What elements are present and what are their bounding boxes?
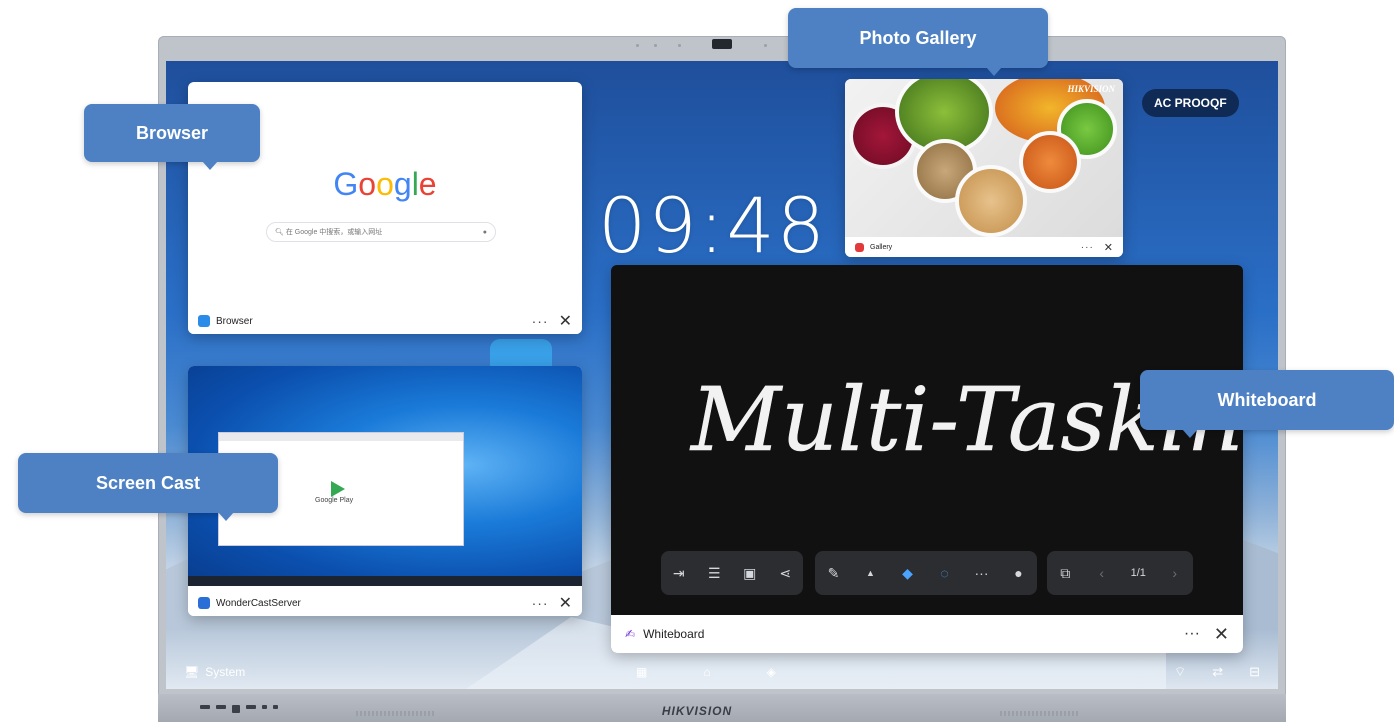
more-options-button[interactable]: ··· bbox=[1184, 625, 1200, 643]
page-indicator: 1/1 bbox=[1130, 567, 1146, 579]
transfer-icon[interactable]: ⇄ bbox=[1212, 664, 1223, 680]
wondercast-app-icon bbox=[198, 597, 210, 609]
system-icon: 🖥︎ bbox=[184, 665, 200, 679]
search-placeholder: 在 Google 中搜索，或输入网址 bbox=[285, 229, 383, 236]
window-title: WonderCastServer bbox=[216, 597, 301, 609]
callout-browser: Browser bbox=[84, 104, 260, 170]
home-icon[interactable]: ⌂ bbox=[703, 665, 710, 679]
save-icon[interactable]: ▣ bbox=[739, 565, 761, 582]
callout-whiteboard: Whiteboard bbox=[1140, 370, 1394, 438]
browser-app-icon bbox=[198, 315, 210, 327]
wifi-icon[interactable]: ⌔ bbox=[1174, 664, 1186, 680]
page-toolbar: ⧉ ‹ 1/1 › bbox=[1047, 551, 1193, 595]
sensor-dot bbox=[678, 44, 681, 47]
menu-icon[interactable]: ☰ bbox=[703, 565, 725, 582]
system-taskbar: 🖥︎ System ▦ ⌂ ◈ ⌔ ⇄ ⊟ bbox=[166, 655, 1278, 689]
window-title: Gallery bbox=[870, 243, 893, 251]
pen-icon[interactable]: ✎ bbox=[823, 565, 845, 582]
share-icon[interactable]: ⋖ bbox=[774, 565, 796, 582]
window-title: Whiteboard bbox=[643, 627, 705, 641]
device-id-badge: AC PROOQF bbox=[1142, 89, 1239, 117]
camera-icon bbox=[712, 39, 732, 49]
taskbar-right: ⌔ ⇄ ⊟ bbox=[1174, 664, 1260, 680]
whiteboard-app-icon: ✍︎ bbox=[625, 627, 636, 641]
window-title: Browser bbox=[216, 315, 253, 327]
gallery-photo: HIKVISION bbox=[845, 79, 1123, 237]
file-toolbar: ⇥ ☰ ▣ ⋖ bbox=[661, 551, 803, 595]
system-button[interactable]: 🖥︎ System bbox=[184, 665, 245, 679]
whiteboard-window[interactable]: Multi-Tasking ⇥ ☰ ▣ ⋖ ✎ ▲ ◆ ◌ ··· ● ⧉ ‹ … bbox=[611, 265, 1243, 653]
close-button[interactable]: ✕ bbox=[1104, 241, 1113, 254]
sensor-dot bbox=[636, 44, 639, 47]
drawing-toolbar: ✎ ▲ ◆ ◌ ··· ● bbox=[815, 551, 1037, 595]
apps-grid-icon[interactable]: ▦ bbox=[636, 665, 647, 679]
callout-screen-cast: Screen Cast bbox=[18, 453, 278, 521]
more-options-button[interactable]: ··· bbox=[1081, 242, 1094, 253]
close-button[interactable]: ✕ bbox=[559, 593, 572, 613]
brand-logo: HIKVISION bbox=[661, 704, 733, 718]
layers-icon[interactable]: ◈ bbox=[767, 665, 776, 679]
google-play-icon bbox=[331, 481, 345, 497]
prev-page-icon[interactable]: ‹ bbox=[1091, 565, 1113, 581]
lasso-select-icon[interactable]: ◌ bbox=[934, 565, 956, 581]
caret-up-icon[interactable]: ▲ bbox=[860, 568, 882, 578]
next-page-icon[interactable]: › bbox=[1164, 565, 1186, 581]
mic-icon[interactable]: ● bbox=[483, 229, 487, 236]
cast-tab-bar bbox=[219, 433, 463, 441]
whiteboard-window-footer: ✍︎ Whiteboard ··· ✕ bbox=[611, 615, 1243, 653]
more-dots-icon[interactable]: ··· bbox=[971, 565, 993, 581]
gallery-watermark: HIKVISION bbox=[1067, 84, 1115, 94]
gallery-app-icon bbox=[855, 242, 864, 252]
toolbox-icon[interactable]: ⊟ bbox=[1249, 664, 1260, 680]
callout-photo-gallery: Photo Gallery bbox=[788, 8, 1048, 76]
cast-taskbar bbox=[188, 576, 582, 586]
add-page-icon[interactable]: ⧉ bbox=[1054, 565, 1076, 582]
browser-window-footer: Browser ··· ✕ bbox=[188, 308, 582, 334]
chickpea-bowl bbox=[955, 165, 1027, 237]
system-label: System bbox=[205, 665, 246, 679]
more-options-button[interactable]: ··· bbox=[532, 595, 549, 611]
search-icon: 🔍︎ bbox=[275, 229, 284, 236]
gallery-window[interactable]: HIKVISION Gallery ··· ✕ bbox=[845, 79, 1123, 257]
search-input[interactable]: 🔍︎ 在 Google 中搜索，或输入网址 ● bbox=[266, 222, 496, 242]
display-screen: 09:48 AC PROOQF Google 🔍︎ 在 Google 中搜索，或… bbox=[166, 61, 1278, 689]
more-options-button[interactable]: ··· bbox=[532, 313, 549, 329]
close-button[interactable]: ✕ bbox=[1214, 624, 1229, 645]
sensor-dot bbox=[764, 44, 767, 47]
red-lentil-bowl bbox=[1019, 131, 1081, 193]
circle-more-icon[interactable]: ● bbox=[1008, 565, 1030, 581]
exit-icon[interactable]: ⇥ bbox=[668, 565, 690, 582]
cast-content-label: Google Play bbox=[315, 497, 354, 504]
google-logo: Google bbox=[333, 166, 437, 202]
eraser-icon[interactable]: ◆ bbox=[897, 565, 919, 582]
screen-cast-window-footer: WonderCastServer ··· ✕ bbox=[188, 590, 582, 616]
clock: 09:48 bbox=[598, 181, 828, 270]
taskbar-center: ▦ ⌂ ◈ bbox=[636, 665, 776, 679]
close-button[interactable]: ✕ bbox=[559, 311, 572, 331]
gallery-window-footer: Gallery ··· ✕ bbox=[845, 237, 1123, 257]
sensor-dot bbox=[654, 44, 657, 47]
